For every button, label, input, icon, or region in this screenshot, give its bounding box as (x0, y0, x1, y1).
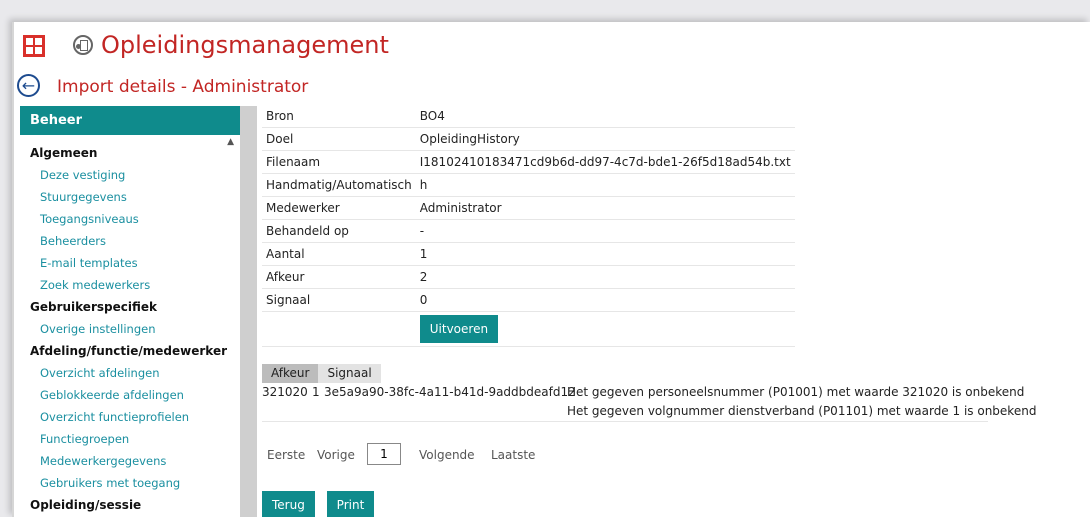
sidebar-item-toegangsniveaus[interactable]: Toegangsniveaus (20, 209, 240, 231)
sidebar-item-overzicht-afdelingen[interactable]: Overzicht afdelingen (20, 363, 240, 385)
results-table: 321020 1 3e5a9a90-38fc-4a11-b41d-9addbde… (262, 383, 1036, 422)
back-arrow-icon[interactable]: ← (17, 74, 40, 97)
tab-afkeur[interactable]: Afkeur (262, 364, 319, 383)
sidebar-section-gebruikerspecifiek: Gebruikerspecifiek (30, 300, 157, 314)
page-title: Import details - Administrator (57, 77, 309, 97)
pager-next[interactable]: Volgende (419, 443, 475, 467)
detail-label: Signaal (262, 288, 416, 312)
detail-label: Handmatig/Automatisch (262, 173, 416, 197)
detail-row-actions: Uitvoeren (262, 311, 795, 347)
sidebar-item-overige-instellingen[interactable]: Overige instellingen (20, 319, 240, 341)
detail-row-medewerker: Medewerker Administrator (262, 196, 795, 220)
action-cell: Uitvoeren (415, 311, 795, 347)
app-window: Opleidingsmanagement ← Import details - … (12, 22, 1090, 517)
sidebar-item-geblokkeerde-afdelingen[interactable]: Geblokkeerde afdelingen (20, 385, 240, 407)
sidebar-section-algemeen: Algemeen (30, 146, 98, 160)
sidebar-section-afdeling: Afdeling/functie/medewerker (30, 344, 227, 358)
sidebar-item-overzicht-functieprofielen[interactable]: Overzicht functieprofielen (20, 407, 240, 429)
detail-value: I18102410183471cd9b6d-dd97-4c7d-bde1-26f… (415, 150, 795, 174)
back-button[interactable]: Terug (262, 491, 315, 517)
detail-label: Filenaam (262, 150, 416, 174)
scroll-up-icon[interactable]: ▲ (227, 137, 234, 147)
sidebar-menu: ▲ Algemeen Deze vestiging Stuurgegevens … (20, 135, 240, 517)
sidebar-item-medewerkergegevens[interactable]: Medewerkergegevens (20, 451, 240, 473)
detail-value: 1 (415, 242, 795, 266)
detail-row-aantal: Aantal 1 (262, 242, 795, 266)
detail-label: Afkeur (262, 265, 416, 289)
result-guid: 3e5a9a90-38fc-4a11-b41d-9addbdeafd12 (324, 385, 576, 399)
result-code: 321020 (262, 385, 308, 399)
detail-row-signaal: Signaal 0 (262, 288, 795, 312)
detail-row-filenaam: Filenaam I18102410183471cd9b6d-dd97-4c7d-… (262, 150, 795, 174)
sidebar-header: Beheer (20, 106, 240, 135)
detail-value: h (415, 173, 795, 197)
table-row: 321020 1 3e5a9a90-38fc-4a11-b41d-9addbde… (262, 383, 1024, 402)
detail-row-afkeur: Afkeur 2 (262, 265, 795, 289)
sidebar-item-gebruikers-met-toegang[interactable]: Gebruikers met toegang (20, 473, 240, 495)
sidebar: Beheer ▲ Algemeen Deze vestiging Stuurge… (20, 106, 240, 517)
sidebar-section-opleiding-sessie: Opleiding/sessie (30, 498, 142, 512)
result-message: Het gegeven personeelsnummer (P01001) me… (567, 385, 1025, 399)
app-logo-icon (73, 35, 93, 55)
detail-value: 0 (415, 288, 795, 312)
app-title: Opleidingsmanagement (101, 31, 389, 59)
detail-value: OpleidingHistory (415, 127, 795, 151)
detail-row-handmatig: Handmatig/Automatisch h (262, 173, 795, 197)
sidebar-item-functiegroepen[interactable]: Functiegroepen (20, 429, 240, 451)
detail-value: Administrator (415, 196, 795, 220)
sidebar-item-deze-vestiging[interactable]: Deze vestiging (20, 165, 240, 187)
result-seq: 1 (312, 385, 320, 399)
print-button[interactable]: Print (326, 491, 375, 517)
sidebar-item-zoek-medewerkers[interactable]: Zoek medewerkers (20, 275, 240, 297)
detail-value: 2 (415, 265, 795, 289)
sidebar-scrollbar[interactable] (240, 106, 257, 517)
table-row: Het gegeven volgnummer dienstverband (P0… (262, 402, 1036, 421)
empty-cell (262, 311, 416, 347)
sidebar-item-email-templates[interactable]: E-mail templates (20, 253, 240, 275)
detail-label: Medewerker (262, 196, 416, 220)
tab-signaal[interactable]: Signaal (318, 364, 381, 383)
detail-row-behandeld-op: Behandeld op - (262, 219, 795, 243)
detail-row-doel: Doel OpleidingHistory (262, 127, 795, 151)
execute-button[interactable]: Uitvoeren (419, 315, 499, 343)
detail-value: - (415, 219, 795, 243)
top-bar: Opleidingsmanagement (12, 22, 1090, 72)
pager-first[interactable]: Eerste (267, 443, 305, 467)
result-tabs: Afkeur Signaal (262, 364, 381, 383)
app-grid-icon[interactable] (23, 35, 45, 57)
result-message: Het gegeven volgnummer dienstverband (P0… (567, 404, 1037, 418)
sidebar-item-beheerders[interactable]: Beheerders (20, 231, 240, 253)
import-details-table: Bron BO4 Doel OpleidingHistory Filenaam I18… (262, 105, 795, 347)
pager-prev[interactable]: Vorige (317, 443, 355, 467)
detail-label: Aantal (262, 242, 416, 266)
detail-value: BO4 (415, 105, 795, 128)
detail-label: Behandeld op (262, 219, 416, 243)
footer-actions: Terug Print (262, 491, 375, 517)
main-content: Bron BO4 Doel OpleidingHistory Filenaam I18… (262, 102, 1082, 517)
page-number-input[interactable] (367, 443, 401, 465)
detail-row-bron: Bron BO4 (262, 105, 795, 128)
detail-label: Bron (262, 105, 416, 128)
detail-label: Doel (262, 127, 416, 151)
sidebar-item-stuurgegevens[interactable]: Stuurgegevens (20, 187, 240, 209)
pager-last[interactable]: Laatste (491, 443, 535, 467)
